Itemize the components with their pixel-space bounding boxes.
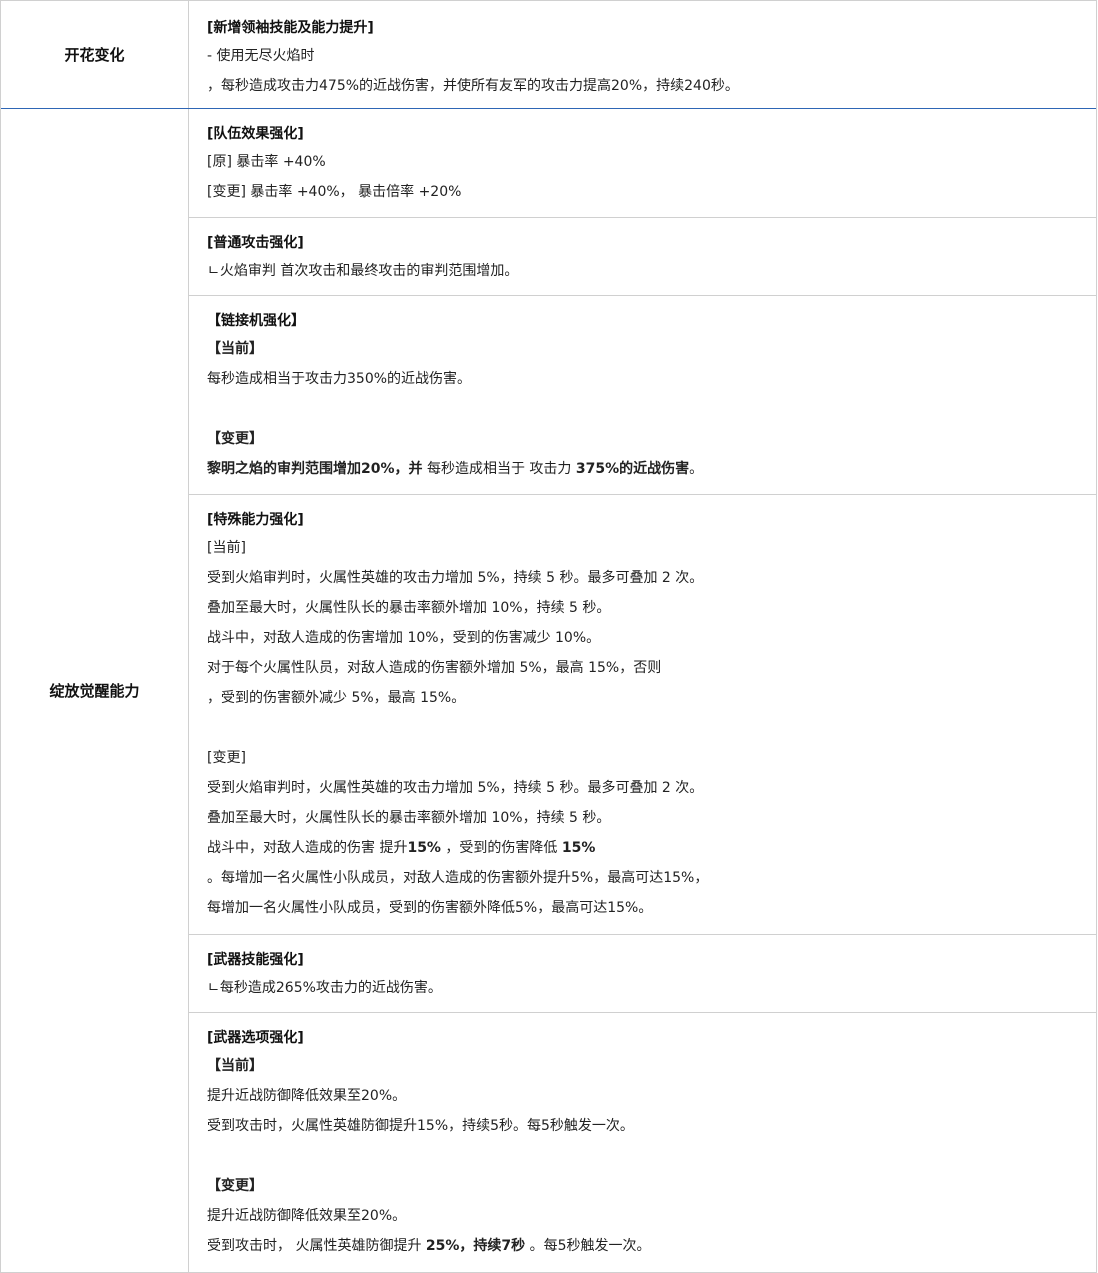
block-title: [武器技能强化] xyxy=(207,952,304,968)
table-row: 绽放觉醒能力 [队伍效果强化] [原] 暴击率 +40% [变更] 暴击率 +4… xyxy=(1,109,1096,1273)
skill-block: [新增领袖技能及能力提升] - 使用无尽火焰时 ，每秒造成攻击力475%的近战伤… xyxy=(189,1,1096,101)
text-line: 受到攻击时， 火属性英雄防御提升 25%，持续7秒 。每5秒触发一次。 xyxy=(207,1231,1078,1261)
skill-table: 开花变化 [新增领袖技能及能力提升] - 使用无尽火焰时 ，每秒造成攻击力475… xyxy=(0,0,1097,1273)
text-line: 黎明之焰的审判范围增加20%，并 每秒造成相当于 攻击力 375%的近战伤害。 xyxy=(207,454,1078,484)
skill-block: [武器选项强化] 【当前】 提升近战防御降低效果至20%。 受到攻击时，火属性英… xyxy=(189,1013,1096,1272)
current-label: 【当前】 xyxy=(207,341,263,357)
skill-block: 【链接机强化】 【当前】 每秒造成相当于攻击力350%的近战伤害。 【变更】 黎… xyxy=(189,296,1096,495)
block-title: 【链接机强化】 xyxy=(207,313,305,329)
bold-text: 15% xyxy=(407,840,441,856)
text-line: 叠加至最大时，火属性队长的暴击率额外增加 10%，持续 5 秒。 xyxy=(207,810,611,826)
row-content: [新增领袖技能及能力提升] - 使用无尽火焰时 ，每秒造成攻击力475%的近战伤… xyxy=(189,1,1096,108)
change-label: 【变更】 xyxy=(207,431,263,447)
text-line: 战斗中，对敌人造成的伤害 提升15% ，受到的伤害降低 15% xyxy=(207,833,1078,863)
text-line: 受到攻击时，火属性英雄防御提升15%，持续5秒。每5秒触发一次。 xyxy=(207,1118,634,1134)
current-label: 【当前】 xyxy=(207,1058,263,1074)
text-line: ㄴ火焰审判 首次攻击和最终攻击的审判范围增加。 xyxy=(207,263,519,279)
skill-block: [武器技能强化] ㄴ每秒造成265%攻击力的近战伤害。 xyxy=(189,935,1096,1013)
skill-block: [普通攻击强化] ㄴ火焰审判 首次攻击和最终攻击的审判范围增加。 xyxy=(189,218,1096,296)
bold-text: 15% xyxy=(561,840,596,856)
block-title: [队伍效果强化] xyxy=(207,126,304,142)
text-span: 。 xyxy=(689,461,704,477)
skill-block: [特殊能力强化] [当前] 受到火焰审判时，火属性英雄的攻击力增加 5%，持续 … xyxy=(189,495,1096,935)
bold-text: 25%，持续7秒 xyxy=(425,1238,526,1254)
text-line: - 使用无尽火焰时 xyxy=(207,48,315,64)
text-line: 受到火焰审判时，火属性英雄的攻击力增加 5%，持续 5 秒。最多可叠加 2 次。 xyxy=(207,780,704,796)
text-line: 战斗中，对敌人造成的伤害增加 10%，受到的伤害减少 10%。 xyxy=(207,630,601,646)
skill-block: [队伍效果强化] [原] 暴击率 +40% [变更] 暴击率 +40%， 暴击倍… xyxy=(189,109,1096,218)
block-title: [新增领袖技能及能力提升] xyxy=(207,20,374,36)
text-span: 。每5秒触发一次。 xyxy=(525,1238,651,1254)
bold-text: 黎明之焰的审判范围增加20%，并 xyxy=(207,461,423,477)
block-title: [特殊能力强化] xyxy=(207,512,304,528)
change-label: 【变更】 xyxy=(207,1178,263,1194)
text-span: ，受到的伤害降低 xyxy=(440,840,562,856)
block-title: [普通攻击强化] xyxy=(207,235,304,251)
text-span: 战斗中，对敌人造成的伤害 提升 xyxy=(207,840,408,856)
text-line: [原] 暴击率 +40% xyxy=(207,154,326,170)
text-span: 受到攻击时， 火属性英雄防御提升 xyxy=(207,1238,426,1254)
current-label: [当前] xyxy=(207,540,246,556)
change-label: [变更] xyxy=(207,750,246,766)
text-line: 对于每个火属性队员，对敌人造成的伤害额外增加 5%，最高 15%，否则 xyxy=(207,660,662,676)
text-line: ，受到的伤害额外减少 5%，最高 15%。 xyxy=(207,690,466,706)
text-line: 每增加一名火属性小队成员，受到的伤害额外降低5%，最高可达15%。 xyxy=(207,900,653,916)
text-line: 提升近战防御降低效果至20%。 xyxy=(207,1208,407,1224)
row-label: 开花变化 xyxy=(1,1,189,108)
text-line: ，每秒造成攻击力475%的近战伤害，并使所有友军的攻击力提高20%，持续240秒… xyxy=(207,78,739,94)
row-content: [队伍效果强化] [原] 暴击率 +40% [变更] 暴击率 +40%， 暴击倍… xyxy=(189,109,1096,1272)
text-line: 。每增加一名火属性小队成员，对敌人造成的伤害额外提升5%，最高可达15%， xyxy=(207,870,709,886)
text-line: [变更] 暴击率 +40%， 暴击倍率 +20% xyxy=(207,184,462,200)
block-title: [武器选项强化] xyxy=(207,1030,304,1046)
table-row: 开花变化 [新增领袖技能及能力提升] - 使用无尽火焰时 ，每秒造成攻击力475… xyxy=(1,1,1096,109)
text-line: 受到火焰审判时，火属性英雄的攻击力增加 5%，持续 5 秒。最多可叠加 2 次。 xyxy=(207,570,704,586)
text-line: ㄴ每秒造成265%攻击力的近战伤害。 xyxy=(207,980,442,996)
bold-text: 375%的近战伤害 xyxy=(575,461,690,477)
text-span: 每秒造成相当于 攻击力 xyxy=(422,461,576,477)
text-line: 每秒造成相当于攻击力350%的近战伤害。 xyxy=(207,371,472,387)
row-label: 绽放觉醒能力 xyxy=(1,109,189,1272)
text-line: 提升近战防御降低效果至20%。 xyxy=(207,1088,407,1104)
text-line: 叠加至最大时，火属性队长的暴击率额外增加 10%，持续 5 秒。 xyxy=(207,600,611,616)
